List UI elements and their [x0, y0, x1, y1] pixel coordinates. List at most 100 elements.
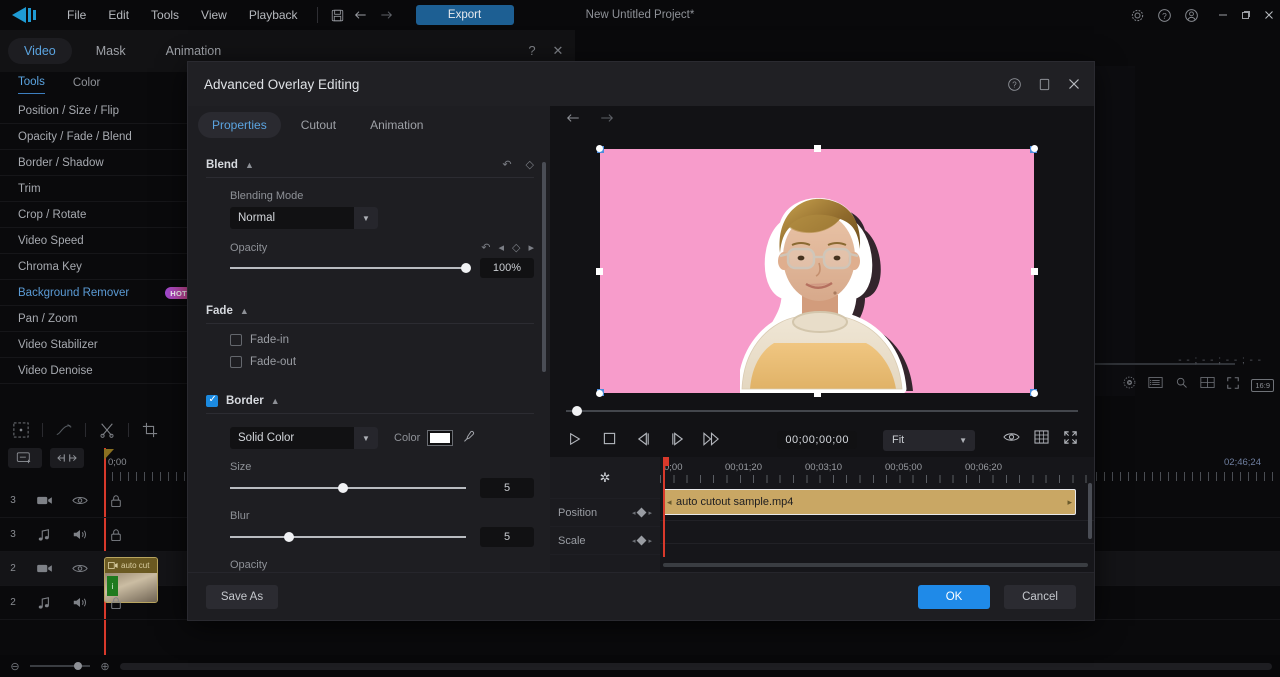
panel-help-icon[interactable]: ? [523, 43, 541, 59]
border-blur-value[interactable]: 5 [480, 527, 534, 547]
fade-in-row[interactable]: Fade-in [230, 334, 534, 346]
menu-file[interactable]: File [56, 4, 97, 26]
border-color-swatch[interactable] [428, 431, 452, 445]
fit-mode-select[interactable]: Fit ▼ [883, 430, 975, 451]
preview-stage[interactable] [550, 132, 1094, 399]
dialog-playhead[interactable] [663, 457, 665, 557]
tab-video[interactable]: Video [8, 38, 72, 64]
fade-in-checkbox[interactable] [230, 334, 242, 346]
rotate-handle-bottom-left[interactable] [596, 390, 603, 397]
previous-frame-icon[interactable] [634, 432, 652, 449]
zoom-out-icon[interactable]: ⊖ [8, 660, 22, 673]
border-enable-checkbox[interactable] [206, 395, 218, 407]
fullscreen-icon[interactable] [1226, 376, 1240, 395]
undo-icon[interactable] [350, 4, 374, 26]
ok-button[interactable]: OK [918, 585, 990, 609]
preview-seek-bar[interactable] [566, 410, 1078, 412]
tool-item-position-size-flip[interactable]: Position / Size / Flip [0, 98, 200, 124]
prev-keyframe-icon[interactable]: ◂ [498, 241, 504, 254]
eye-icon[interactable] [1003, 430, 1020, 450]
rotate-handle-top-left[interactable] [596, 145, 603, 152]
border-size-slider[interactable] [230, 487, 466, 489]
rotate-handle-bottom-right[interactable] [1031, 390, 1038, 397]
maximize-icon[interactable] [1036, 76, 1052, 92]
prev-keyframe-icon[interactable]: ◂ [632, 537, 636, 545]
close-icon[interactable] [1066, 76, 1082, 92]
stop-icon[interactable] [600, 432, 618, 448]
scale-keyframe-controls[interactable]: ◂ ▸ [632, 537, 652, 545]
tool-item-video-stabilizer[interactable]: Video Stabilizer [0, 332, 200, 358]
prev-keyframe-icon[interactable]: ◂ [632, 509, 636, 517]
tool-item-chroma-key[interactable]: Chroma Key [0, 254, 200, 280]
save-icon[interactable] [326, 4, 350, 26]
tool-item-pan-zoom[interactable]: Pan / Zoom [0, 306, 200, 332]
tool-item-video-speed[interactable]: Video Speed [0, 228, 200, 254]
keyframe-diamond-icon[interactable] [637, 536, 647, 546]
tab-animation[interactable]: Animation [150, 38, 238, 64]
lock-icon[interactable] [98, 494, 134, 508]
fade-out-checkbox[interactable] [230, 356, 242, 368]
resize-handle-middle-left[interactable] [596, 268, 603, 275]
tool-item-border-shadow[interactable]: Border / Shadow [0, 150, 200, 176]
minimize-icon[interactable] [1211, 0, 1234, 30]
subtab-color[interactable]: Color [73, 77, 100, 94]
eyedropper-icon[interactable] [462, 430, 475, 446]
properties-scrollbar[interactable] [542, 162, 546, 372]
maximize-icon[interactable] [1234, 0, 1257, 30]
dialog-tab-properties[interactable]: Properties [198, 112, 281, 138]
keyframe-diamond-icon[interactable] [637, 508, 647, 518]
border-size-value[interactable]: 5 [480, 478, 534, 498]
next-frame-icon[interactable] [668, 432, 686, 449]
close-icon[interactable] [1257, 0, 1280, 30]
pen-tool-icon[interactable] [43, 414, 85, 446]
eye-icon[interactable] [62, 563, 98, 574]
fade-out-row[interactable]: Fade-out [230, 356, 534, 368]
reset-icon[interactable]: ↶ [481, 241, 490, 254]
select-tool-icon[interactable] [0, 414, 42, 446]
menu-edit[interactable]: Edit [97, 4, 140, 26]
account-icon[interactable] [1178, 0, 1205, 30]
help-circle-icon[interactable]: ? [1006, 76, 1022, 92]
lock-icon[interactable] [98, 528, 134, 542]
dialog-timeline-body[interactable]: 0;00 00;01;20 00;03;10 00;05;00 00;06;20… [660, 457, 1094, 572]
clip-trim-right-handle[interactable]: ▸ [1067, 497, 1072, 508]
panel-close-icon[interactable]: ✕ [549, 43, 567, 59]
border-blur-handle[interactable] [284, 532, 294, 542]
reset-icon[interactable]: ↶ [502, 158, 511, 171]
resize-handle-top-center[interactable] [814, 145, 821, 152]
blend-section-header[interactable]: Blend ▲ ↶ ◇ [206, 154, 534, 178]
menu-playback[interactable]: Playback [238, 4, 309, 26]
subtab-tools[interactable]: Tools [18, 76, 45, 94]
tab-mask[interactable]: Mask [80, 38, 142, 64]
overlay-subject-image[interactable] [740, 183, 920, 393]
split-scissors-icon[interactable] [86, 414, 128, 446]
preview-timecode[interactable]: 00;00;00;00 [777, 431, 857, 449]
main-playhead-flag[interactable] [104, 449, 114, 460]
border-type-select[interactable]: Solid Color ▼ [230, 427, 378, 449]
tool-item-video-denoise[interactable]: Video Denoise [0, 358, 200, 384]
chevron-down-icon[interactable]: ▼ [959, 436, 967, 445]
next-keyframe-icon[interactable]: ▸ [528, 241, 534, 254]
zoom-in-icon[interactable]: ⊕ [98, 660, 112, 673]
list-icon[interactable] [1148, 376, 1163, 394]
lock-icon[interactable] [98, 596, 134, 610]
zoom-slider-handle[interactable] [74, 662, 82, 670]
dialog-playhead-head[interactable] [663, 457, 669, 466]
resize-handle-middle-right[interactable] [1031, 268, 1038, 275]
clip-trim-left-handle[interactable]: ◂ [667, 497, 672, 508]
export-button[interactable]: Export [416, 5, 514, 25]
blend-opacity-value[interactable]: 100% [480, 258, 534, 278]
cancel-button[interactable]: Cancel [1004, 585, 1076, 609]
aspect-ratio-badge[interactable]: 16:9 [1251, 379, 1274, 392]
blend-opacity-slider[interactable] [230, 267, 466, 269]
position-keyframe-controls[interactable]: ◂ ▸ [632, 509, 652, 517]
grid-icon[interactable] [1034, 430, 1049, 450]
tool-item-trim[interactable]: Trim [0, 176, 200, 202]
border-size-handle[interactable] [338, 483, 348, 493]
menu-view[interactable]: View [190, 4, 238, 26]
crop-tool-icon[interactable] [129, 414, 171, 446]
next-keyframe-icon[interactable]: ▸ [648, 537, 652, 545]
fullscreen-icon[interactable] [1063, 430, 1078, 450]
fast-forward-icon[interactable] [702, 432, 720, 449]
zoom-slider[interactable] [30, 665, 90, 667]
